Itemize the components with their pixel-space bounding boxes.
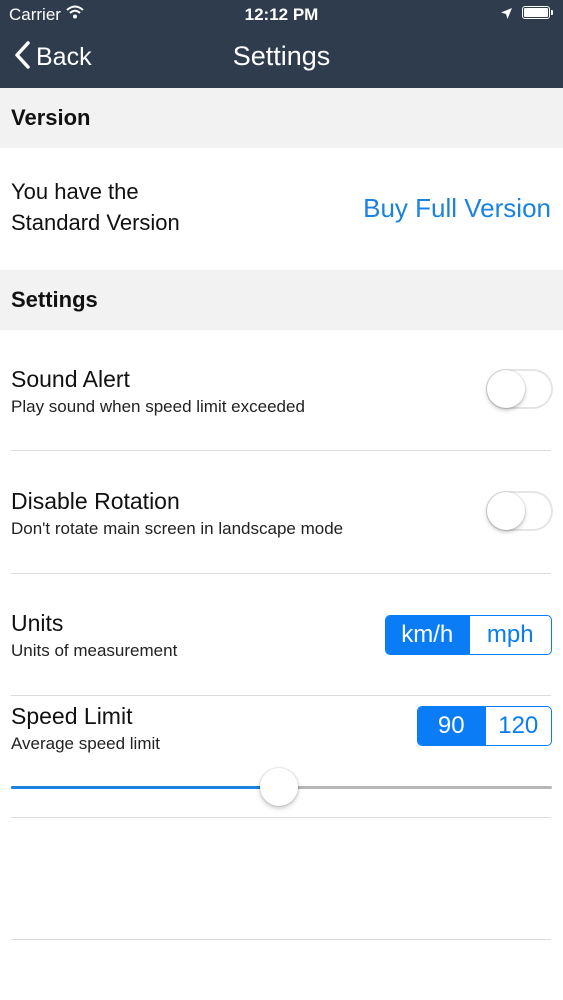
page-title: Settings: [232, 41, 331, 71]
navigation-bar: Carrier 12:12 PM Back Settings: [0, 0, 563, 88]
version-line-1: You have the: [11, 179, 139, 204]
speed-option-90[interactable]: 90: [418, 707, 485, 745]
location-arrow-icon: [500, 5, 513, 25]
speed-option-120[interactable]: 120: [484, 707, 552, 745]
slider-fill: [11, 786, 280, 789]
disable-rotation-subtitle: Don't rotate main screen in landscape mo…: [11, 519, 344, 538]
disable-rotation-toggle[interactable]: [486, 491, 553, 531]
sound-alert-subtitle: Play sound when speed limit exceeded: [11, 397, 305, 416]
section-header-settings: Settings: [0, 270, 563, 330]
speed-limit-subtitle: Average speed limit: [11, 734, 160, 753]
sound-alert-toggle[interactable]: [486, 369, 553, 409]
toggle-knob: [487, 370, 525, 408]
row-separator: [11, 817, 551, 818]
status-time: 12:12 PM: [244, 5, 319, 24]
battery-icon: [522, 6, 553, 19]
units-subtitle: Units of measurement: [11, 641, 178, 660]
row-separator: [11, 450, 551, 451]
units-segmented-control[interactable]: km/h mph: [385, 615, 552, 655]
units-title: Units: [11, 610, 64, 636]
sound-alert-title: Sound Alert: [11, 366, 130, 392]
units-option-mph[interactable]: mph: [468, 616, 552, 654]
section-header-version: Version: [0, 88, 563, 148]
slider-thumb[interactable]: [260, 768, 299, 806]
speed-limit-title: Speed Limit: [11, 703, 133, 729]
units-option-kmh[interactable]: km/h: [386, 616, 469, 654]
version-line-2: Standard Version: [11, 210, 180, 235]
speed-limit-segmented-control[interactable]: 90 120: [417, 706, 552, 746]
speed-limit-slider[interactable]: [11, 768, 552, 806]
version-status: You have the Standard Version: [11, 176, 180, 238]
row-separator: [11, 695, 551, 696]
row-separator: [11, 939, 551, 940]
status-bar: Carrier 12:12 PM: [0, 0, 563, 28]
disable-rotation-title: Disable Rotation: [11, 488, 180, 514]
buy-full-version-link[interactable]: Buy Full Version: [363, 193, 551, 224]
toggle-knob: [487, 492, 525, 530]
row-separator: [11, 573, 551, 574]
